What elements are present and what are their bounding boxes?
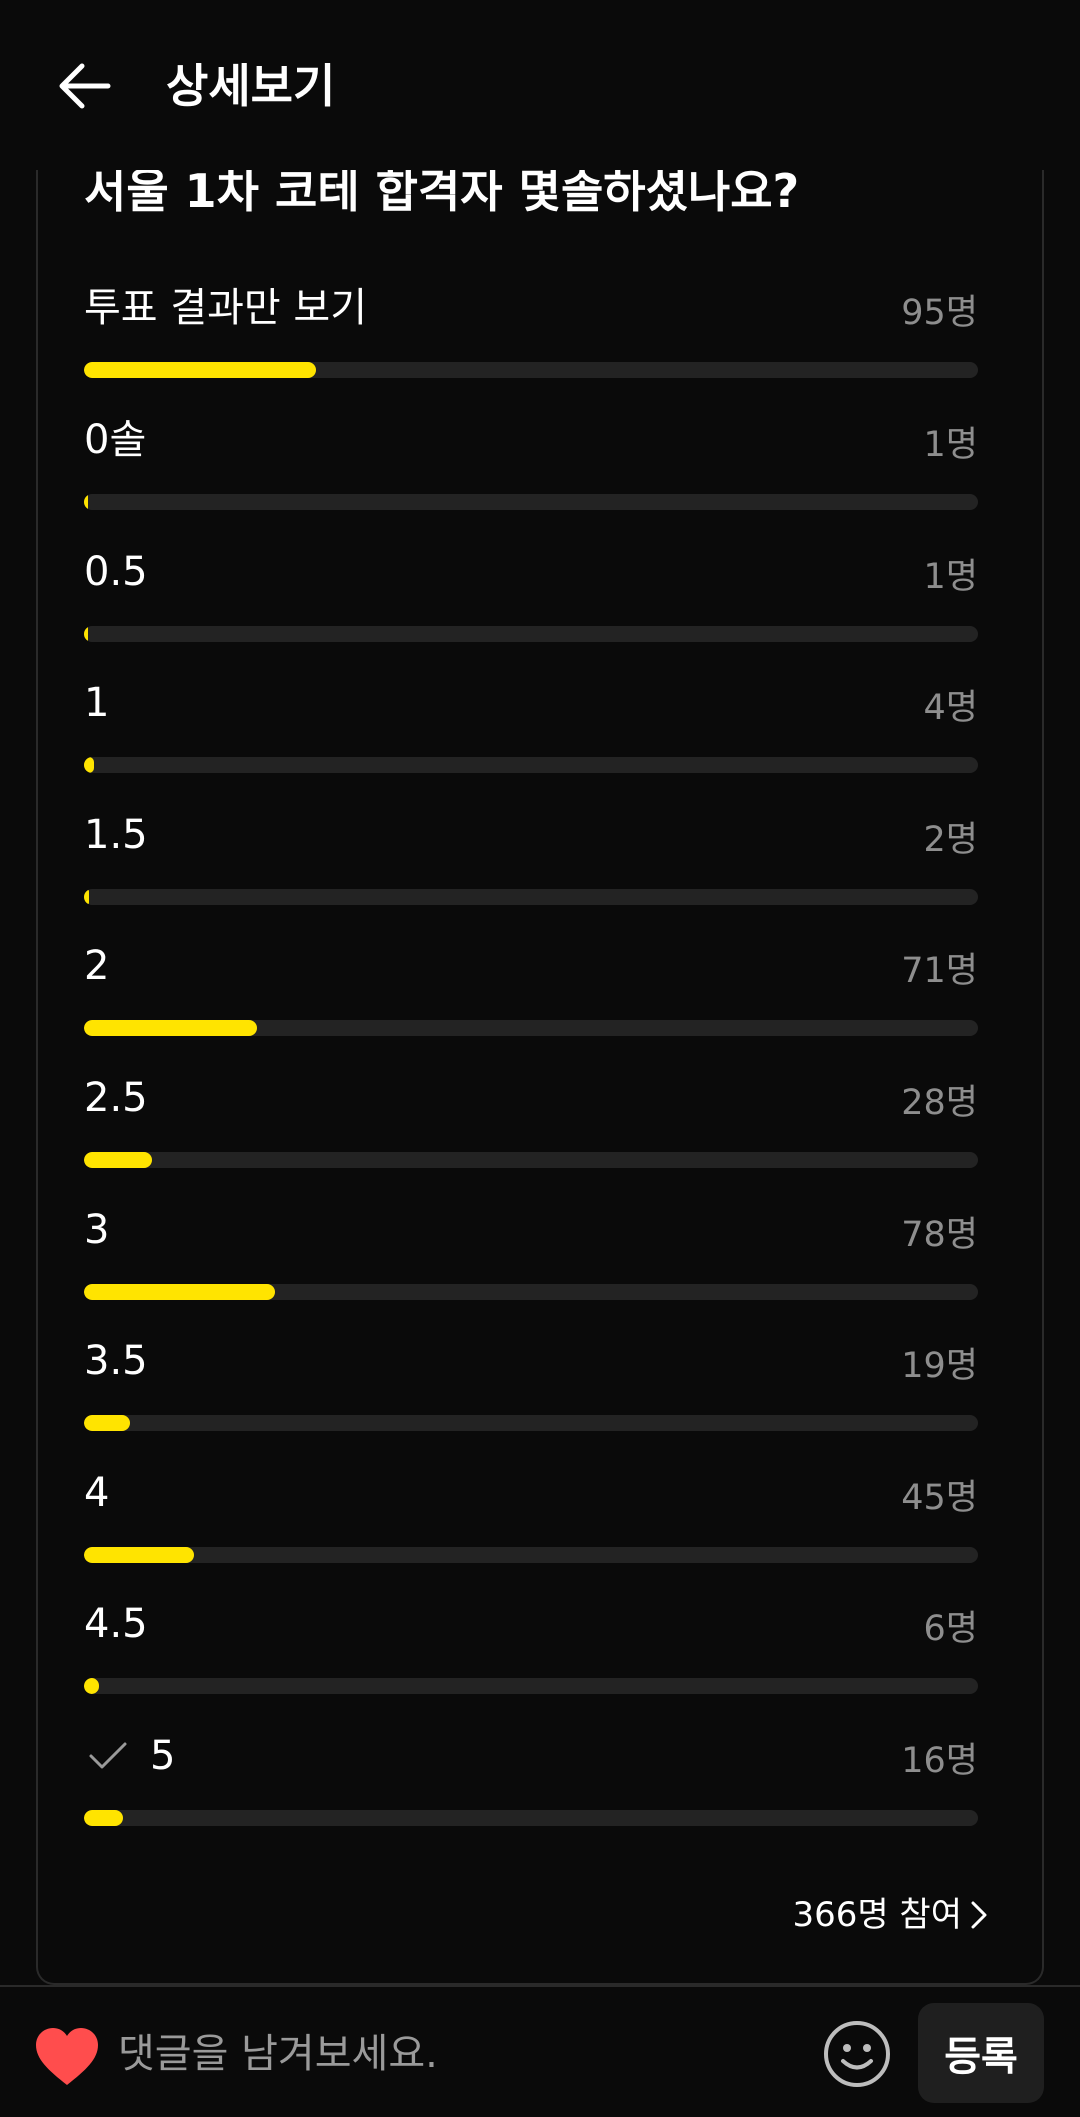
option-count: 28명 — [901, 1083, 978, 1123]
option-bar-track — [84, 1020, 978, 1036]
option-label: 1.5 — [84, 812, 148, 858]
submit-button[interactable]: 등록 — [918, 2003, 1044, 2103]
option-bar-fill — [84, 889, 89, 905]
option-bar-fill — [84, 1678, 99, 1694]
option-bar-fill — [84, 1547, 194, 1563]
option-bar-fill — [84, 1810, 123, 1826]
option-label: 2 — [84, 943, 110, 989]
summary-label: 투표 결과만 보기 — [84, 285, 368, 331]
option-bar-track — [84, 1678, 978, 1694]
option-bar-fill — [84, 626, 88, 642]
option-count: 4명 — [923, 688, 978, 728]
chevron-right-icon — [971, 1901, 987, 1929]
option-label: 1 — [84, 680, 110, 726]
emoji-icon[interactable] — [822, 2019, 892, 2089]
comment-bar: 등록 — [0, 1985, 1080, 2117]
summary-bar-fill — [84, 362, 316, 378]
option-count: 71명 — [901, 951, 978, 991]
option-count: 78명 — [901, 1215, 978, 1255]
option-bar-track — [84, 1810, 978, 1826]
option-label: 3.5 — [84, 1338, 148, 1384]
heart-icon[interactable] — [34, 2027, 100, 2087]
option-bar-track — [84, 757, 978, 773]
summary-count: 95명 — [901, 293, 978, 333]
option-bar-track — [84, 1284, 978, 1300]
option-bar-track — [84, 494, 978, 510]
option-label: 5 — [150, 1733, 176, 1779]
arrow-left-icon — [59, 63, 111, 109]
option-bar-track — [84, 1415, 978, 1431]
option-count: 45명 — [901, 1478, 978, 1518]
top-bar: 상세보기 — [0, 0, 1080, 170]
back-button[interactable] — [48, 50, 120, 122]
participants-link[interactable]: 366명 참여 — [792, 1890, 988, 1940]
option-count: 16명 — [901, 1741, 978, 1781]
option-label: 0.5 — [84, 549, 148, 595]
checkmark-icon — [89, 1742, 127, 1769]
page-title: 상세보기 — [166, 59, 336, 113]
option-count: 2명 — [923, 820, 978, 860]
option-count: 19명 — [901, 1346, 978, 1386]
option-bar-fill — [84, 1020, 257, 1036]
option-label: 0솔 — [84, 417, 147, 463]
option-bar-track — [84, 1547, 978, 1563]
participants-count: 366명 참여 — [792, 1895, 962, 1935]
option-bar-fill — [84, 757, 94, 773]
option-bar-track — [84, 889, 978, 905]
option-bar-fill — [84, 1415, 130, 1431]
comment-input[interactable] — [118, 2021, 798, 2087]
option-bar-fill — [84, 1284, 275, 1300]
option-bar-fill — [84, 1152, 152, 1168]
option-bar-fill — [84, 494, 88, 510]
poll-card — [36, 150, 1044, 1985]
option-label: 4 — [84, 1470, 110, 1516]
option-label: 3 — [84, 1207, 110, 1253]
option-count: 6명 — [923, 1609, 978, 1649]
summary-bar-track — [84, 362, 978, 378]
option-bar-track — [84, 626, 978, 642]
option-bar-track — [84, 1152, 978, 1168]
option-count: 1명 — [923, 557, 978, 597]
option-label: 4.5 — [84, 1601, 148, 1647]
option-count: 1명 — [923, 425, 978, 465]
option-label: 2.5 — [84, 1075, 148, 1121]
